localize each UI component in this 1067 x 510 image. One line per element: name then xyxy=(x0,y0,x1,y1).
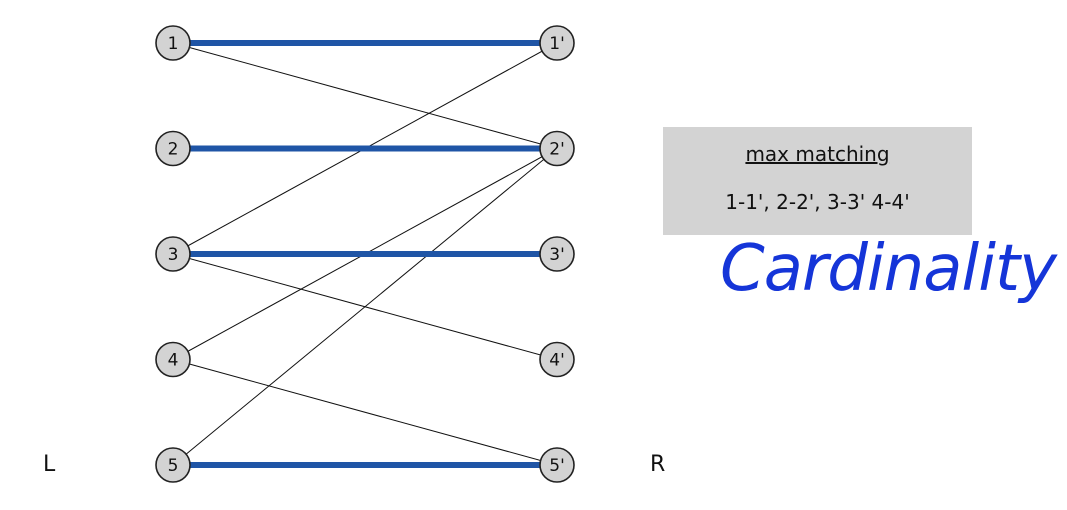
left-node-3: 3 xyxy=(155,236,191,272)
left-node-label: 5 xyxy=(168,456,179,476)
edge-1-2p xyxy=(172,42,558,149)
left-node-4: 4 xyxy=(155,341,191,378)
right-node-4: 4' xyxy=(539,341,575,378)
right-node-label: 5' xyxy=(549,456,565,476)
right-node-label: 3' xyxy=(549,245,565,265)
edge-4-5p xyxy=(172,359,558,466)
left-node-1: 1 xyxy=(155,25,191,61)
left-node-label: 1 xyxy=(168,34,179,54)
right-node-label: 1' xyxy=(549,34,565,54)
right-node-3: 3' xyxy=(539,236,575,272)
right-side-label: R xyxy=(650,452,666,477)
right-node-label: 4' xyxy=(549,351,565,371)
handwritten-cardinality-note: Cardinality = 4. xyxy=(720,232,1067,306)
edges-layer xyxy=(172,40,558,468)
right-node-label: 2' xyxy=(549,140,565,160)
left-side-label: L xyxy=(43,452,56,477)
left-node-label: 4 xyxy=(168,351,179,371)
matching-box: max matching 1-1', 2-2', 3-3' 4-4' xyxy=(663,127,972,235)
left-node-2: 2 xyxy=(155,130,191,167)
slide: 1 2 3 4 5 1' 2' 3' 4' 5' L R max matching 1-1', 2… xyxy=(0,0,1067,510)
left-node-label: 3 xyxy=(168,245,179,265)
left-node-5: 5 xyxy=(155,447,191,483)
matching-box-pairs: 1-1', 2-2', 3-3' 4-4' xyxy=(725,190,910,214)
right-node-2: 2' xyxy=(539,130,575,167)
right-node-1: 1' xyxy=(539,25,575,61)
left-node-label: 2 xyxy=(168,140,179,160)
matching-box-title: max matching xyxy=(745,142,890,166)
edge-5-2p xyxy=(172,148,558,466)
right-node-5: 5' xyxy=(539,447,575,483)
